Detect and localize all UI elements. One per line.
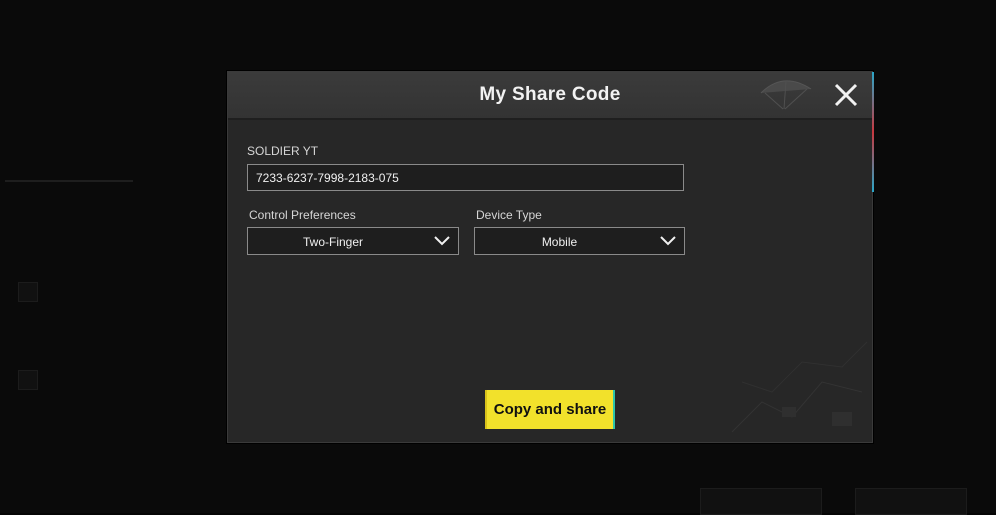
- background-divider: [5, 180, 133, 182]
- background-checkbox: [18, 282, 38, 302]
- background-button: [700, 488, 822, 515]
- close-icon[interactable]: [833, 82, 859, 108]
- dialog-edge-accent: [872, 72, 874, 192]
- background-checkbox: [18, 370, 38, 390]
- chevron-down-icon: [660, 236, 676, 246]
- device-type-dropdown[interactable]: Mobile: [474, 227, 685, 255]
- dialog-title: My Share Code: [479, 84, 621, 105]
- map-texture-decoration: [731, 341, 868, 433]
- device-type-label: Device Type: [476, 208, 542, 222]
- control-preferences-dropdown[interactable]: Two-Finger: [247, 227, 459, 255]
- copy-and-share-button[interactable]: Copy and share: [485, 390, 615, 429]
- device-type-value: Mobile: [541, 235, 578, 249]
- dialog-header: My Share Code: [228, 72, 872, 120]
- share-code-dialog: My Share Code SOLDIER YT 7233-6237-7998-…: [227, 71, 874, 443]
- copy-and-share-label: Copy and share: [493, 401, 607, 418]
- background-button: [855, 488, 967, 515]
- chevron-down-icon: [434, 236, 450, 246]
- player-name-label: SOLDIER YT: [247, 144, 319, 158]
- share-code-field[interactable]: 7233-6237-7998-2183-075: [247, 164, 684, 191]
- control-preferences-value: Two-Finger: [302, 235, 364, 249]
- control-preferences-label: Control Preferences: [249, 208, 356, 222]
